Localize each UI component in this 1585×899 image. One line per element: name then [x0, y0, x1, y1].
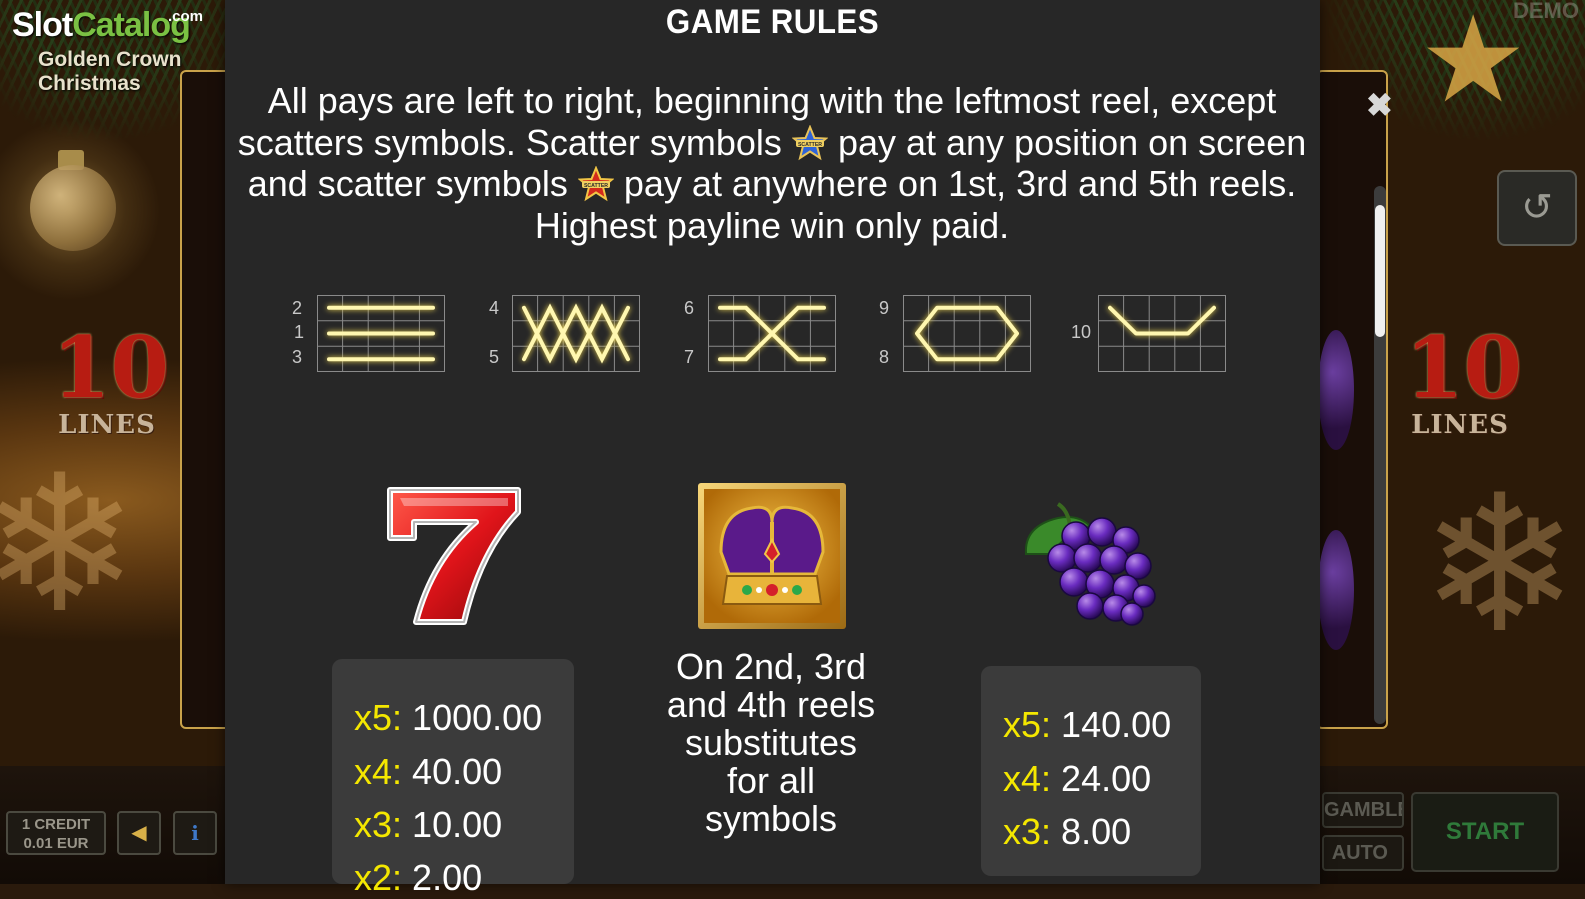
credit-value-selector[interactable]: 1 CREDIT 0.01 EUR — [6, 811, 106, 855]
slotcatalog-logo: SlotCatalog .com Golden Crown Christmas — [12, 6, 203, 95]
payline-diagram-6-7 — [708, 295, 836, 372]
pay-row: x3: 8.00 — [1003, 811, 1132, 852]
pay-row: x5: 1000.00 — [354, 697, 543, 738]
info-icon: i — [191, 821, 199, 845]
grapes-paytable-card: x5: 140.00 x4: 24.00 x3: 8.00 — [981, 666, 1201, 876]
payline-number: 3 — [292, 347, 303, 367]
payline-number: 2 — [292, 298, 303, 318]
logo-wordmark: SlotCatalog — [12, 6, 191, 44]
payline-number: 10 — [1071, 322, 1092, 342]
seven-icon — [380, 482, 526, 632]
christmas-star-icon: ★ — [1419, 0, 1527, 127]
payline-number: 5 — [489, 347, 500, 367]
snowflake-icon: ❄ — [0, 439, 140, 651]
scrollbar-thumb[interactable] — [1375, 205, 1385, 337]
scatter-blue-star-icon: SCATTER — [791, 123, 829, 161]
replay-button[interactable]: ↺ — [1497, 170, 1577, 246]
logo-suffix: .com — [168, 8, 204, 25]
credit-label: 1 CREDIT — [21, 816, 91, 833]
seven-paytable-card: x5: 1000.00 x4: 40.00 x3: 10.00 x2: 2.00 — [332, 659, 574, 898]
payline-number: 8 — [879, 347, 890, 367]
gamble-button[interactable]: GAMBLE — [1322, 792, 1404, 828]
christmas-ornament-icon — [30, 165, 116, 251]
payline-number: 6 — [684, 298, 695, 318]
game-title-line1: Golden Crown — [38, 48, 182, 71]
pay-row: x4: 24.00 — [1003, 758, 1152, 799]
close-icon: ✖ — [1366, 87, 1393, 123]
payline-diagram-1-2-3 — [317, 295, 445, 372]
lines-label: LINES — [58, 410, 156, 440]
start-button[interactable]: START — [1411, 792, 1559, 872]
info-button[interactable]: i — [173, 811, 217, 855]
svg-text:SCATTER: SCATTER — [798, 141, 822, 147]
payline-diagram-4-5 — [512, 295, 640, 372]
grapes-icon — [1018, 496, 1166, 632]
snowflake-icon: ❄ — [1420, 459, 1580, 671]
panel-title: GAME RULES — [665, 3, 880, 41]
payline-number: 1 — [294, 322, 305, 342]
payline-diagram-10 — [1098, 295, 1226, 372]
sound-button[interactable]: ◀ — [117, 811, 161, 855]
scatter-red-star-icon: SCATTER — [577, 165, 615, 202]
lines-label: LINES — [1411, 410, 1509, 440]
pay-row: x2: 2.00 — [354, 857, 483, 898]
crown-wild-description: On 2nd, 3rd and 4th reels substitutes fo… — [666, 646, 876, 839]
payline-diagram-8-9 — [903, 295, 1031, 372]
rules-paragraph: All pays are left to right, beginning wi… — [237, 80, 1307, 246]
demo-watermark: DEMO — [1513, 0, 1579, 23]
lines-badge-right: 10 LINES — [1405, 318, 1522, 441]
close-button[interactable]: ✖ — [1366, 88, 1393, 122]
reel-symbol-partial — [1318, 530, 1354, 650]
svg-text:SCATTER: SCATTER — [584, 183, 608, 189]
lines-count: 10 — [1405, 318, 1522, 417]
reel-symbol-partial — [1318, 330, 1354, 450]
speaker-icon: ◀ — [131, 822, 147, 844]
payline-number: 4 — [489, 298, 500, 318]
replay-icon: ↺ — [1521, 187, 1553, 229]
payline-number: 9 — [879, 298, 890, 318]
credit-value: 0.01 EUR — [23, 835, 89, 852]
lines-badge-left: 10 LINES — [52, 318, 169, 441]
lines-count: 10 — [52, 318, 169, 417]
pay-row: x4: 40.00 — [354, 751, 503, 792]
game-title-line2: Christmas — [38, 72, 141, 95]
payline-number: 7 — [684, 347, 695, 367]
pay-row: x5: 140.00 — [1003, 704, 1172, 745]
auto-button[interactable]: AUTO — [1322, 835, 1404, 871]
crown-icon — [697, 482, 847, 630]
pay-row: x3: 10.00 — [354, 804, 503, 845]
